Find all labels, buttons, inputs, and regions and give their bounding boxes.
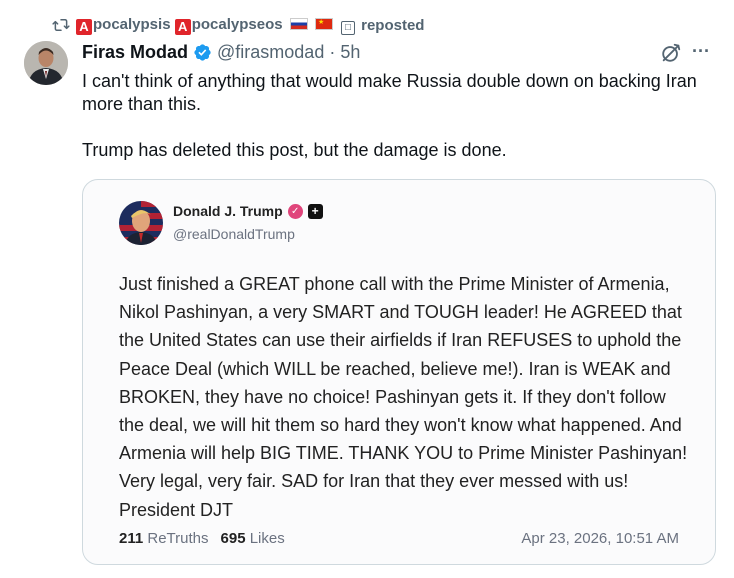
tweet-paragraph-2: Trump has deleted this post, but the dam… <box>82 140 507 160</box>
red-a-badge-icon: A <box>76 18 92 35</box>
grok-icon[interactable] <box>660 42 682 64</box>
repost-header: Apocalypsis Apocalypseos ☐ reposted <box>52 14 424 36</box>
tweet-paragraph-1: I can't think of anything that would mak… <box>82 71 697 114</box>
embedded-author-name: Donald J. Trump <box>173 203 283 219</box>
likes-count: 695 <box>220 530 246 547</box>
retruths-label: ReTruths <box>147 530 209 547</box>
author-handle-time[interactable]: @firasmodad · 5h <box>217 42 360 63</box>
reposter-name-part-2: pocalypseos <box>191 15 283 33</box>
embedded-avatar <box>119 201 163 245</box>
red-a-badge-icon: A <box>174 18 191 35</box>
likes-stat: 695 Likes <box>221 530 285 547</box>
reposter-name[interactable]: Apocalypsis Apocalypseos ☐ <box>76 15 356 35</box>
retruths-count: 211 <box>119 530 144 547</box>
author-name[interactable]: Firas Modad <box>82 42 188 63</box>
more-icon[interactable]: ··· <box>691 42 711 63</box>
russia-flag-icon <box>289 17 308 30</box>
avatar-image <box>24 41 68 85</box>
embedded-author-row: Donald J. Trump ✓ + <box>173 203 323 219</box>
avatar[interactable] <box>24 41 68 85</box>
tweet-card[interactable]: Apocalypsis Apocalypseos ☐ reposted Fira… <box>0 0 734 578</box>
tweet-text: I can't think of anything that would mak… <box>82 70 702 162</box>
embedded-image[interactable]: Donald J. Trump ✓ + @realDonaldTrump Jus… <box>82 179 716 565</box>
repost-suffix: reposted <box>361 16 425 34</box>
author-row: Firas Modad @firasmodad · 5h <box>82 40 360 64</box>
retruths-stat: 211 ReTruths <box>119 530 209 547</box>
reposter-name-part-1: pocalypsis <box>93 15 171 33</box>
embedded-avatar-image <box>119 201 163 245</box>
verified-badge-icon <box>194 43 211 61</box>
china-flag-icon <box>314 17 333 30</box>
likes-label: Likes <box>249 530 285 547</box>
embedded-handle: @realDonaldTrump <box>173 226 295 242</box>
emoji-icon: ☐ <box>341 20 356 35</box>
repost-icon <box>52 19 70 31</box>
truth-verified-icon: ✓ <box>287 203 303 219</box>
embedded-date: Apr 23, 2026, 10:51 AM <box>521 530 679 547</box>
plus-icon: + <box>307 203 323 219</box>
embedded-post-body: Just finished a GREAT phone call with th… <box>119 274 688 520</box>
embedded-footer: 211 ReTruths 695 Likes Apr 23, 2026, 10:… <box>119 530 679 547</box>
